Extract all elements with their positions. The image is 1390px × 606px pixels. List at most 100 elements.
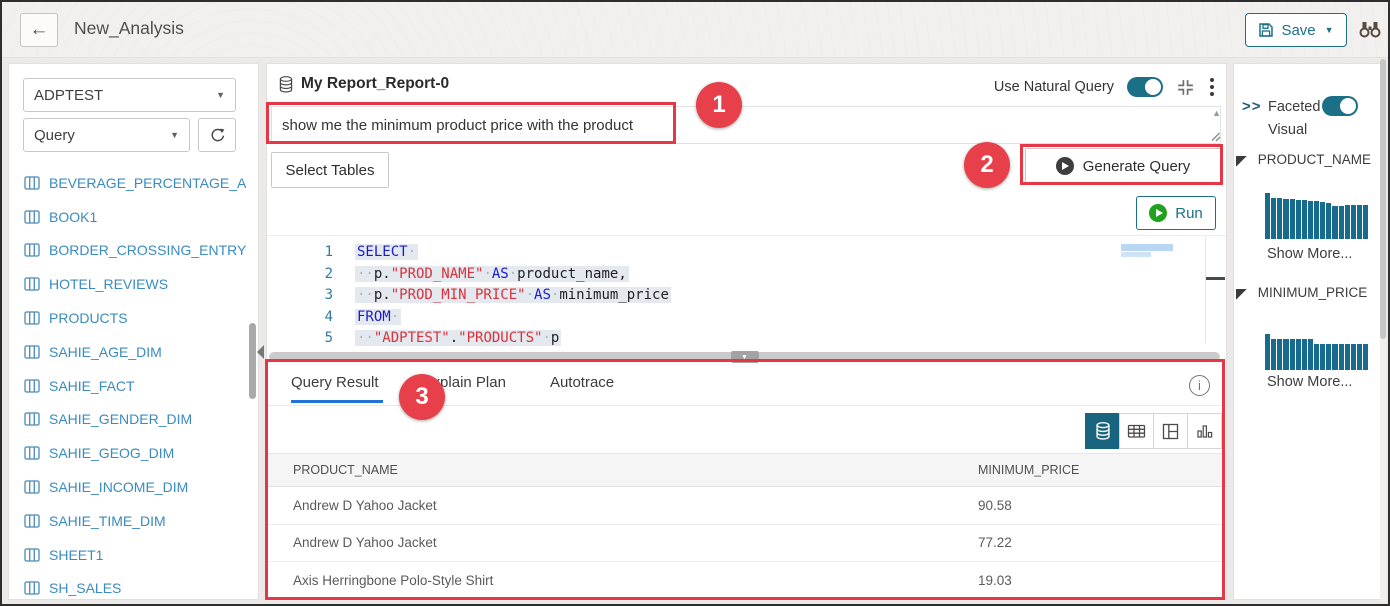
sidebar-table-item[interactable]: SAHIE_TIME_DIM <box>24 504 246 538</box>
histogram-product-name[interactable] <box>1265 192 1368 239</box>
sidebar-table-item[interactable]: BOOK1 <box>24 200 246 234</box>
disclosure-triangle-icon[interactable]: ◤ <box>1236 153 1247 167</box>
sql-token: AS <box>534 287 551 303</box>
use-natural-query-label: Use Natural Query <box>994 79 1114 95</box>
view-report-layout-button[interactable] <box>1153 413 1188 449</box>
splitter-collapse-button[interactable]: ▼ <box>731 351 759 363</box>
back-button[interactable]: ← <box>20 13 58 47</box>
view-grid-button[interactable] <box>1119 413 1154 449</box>
editor-code[interactable]: SELECT···p."PROD_NAME"·AS·product_name,·… <box>355 242 1106 350</box>
tab-query-result[interactable]: Query Result <box>291 374 383 403</box>
histogram-bar <box>1290 199 1295 239</box>
table-icon <box>24 548 40 562</box>
expand-panel-icon[interactable]: >> <box>1242 98 1262 115</box>
refresh-icon <box>209 127 226 144</box>
sql-token: ·· <box>357 266 374 282</box>
editor-code-line: SELECT· <box>355 242 1106 264</box>
view-chart-button[interactable] <box>1187 413 1222 449</box>
table-icon <box>24 277 40 291</box>
faceted-visual-label: Faceted Visual <box>1268 96 1324 142</box>
sidebar-table-item[interactable]: BORDER_CROSSING_ENTRY <box>24 234 246 268</box>
histogram-minimum-price[interactable] <box>1265 330 1368 370</box>
sidebar-table-item[interactable]: SAHIE_GENDER_DIM <box>24 403 246 437</box>
table-name-label: BORDER_CROSSING_ENTRY <box>49 242 246 258</box>
schema-select[interactable]: ADPTEST ▼ <box>23 78 236 112</box>
play-icon <box>1056 157 1074 175</box>
histogram-bar <box>1320 344 1325 370</box>
table-row[interactable]: Axis Herringbone Polo-Style Shirt19.03 <box>267 562 1226 599</box>
info-icon[interactable]: i <box>1189 375 1210 396</box>
sql-token: · <box>526 287 534 303</box>
results-tabs: Query Result Explain Plan Autotrace <box>291 374 618 403</box>
faceted-visual-toggle[interactable] <box>1322 96 1358 116</box>
app-window: ← New_Analysis Save ▼ ADPTEST ▼ Query ▼ <box>0 0 1390 606</box>
save-icon <box>1258 22 1274 38</box>
table-icon <box>24 412 40 426</box>
histogram-bar <box>1351 344 1356 370</box>
table-name-label: SAHIE_INCOME_DIM <box>49 479 188 495</box>
results-table-header: PRODUCT_NAME MINIMUM_PRICE <box>267 453 1226 487</box>
save-dropdown-caret-icon[interactable]: ▼ <box>1325 25 1334 35</box>
table-icon <box>24 345 40 359</box>
facet-section-header[interactable]: ◤ PRODUCT_NAME <box>1236 152 1371 167</box>
tab-explain-plan[interactable]: Explain Plan <box>423 374 510 403</box>
report-panel: My Report_Report-0 Use Natural Query sho… <box>266 63 1227 600</box>
sidebar-table-item[interactable]: SAHIE_INCOME_DIM <box>24 470 246 504</box>
editor-code-line: ··p."PROD_MIN_PRICE"·AS·minimum_price <box>355 285 1106 307</box>
use-natural-query-toggle[interactable] <box>1127 77 1163 97</box>
sidebar-table-item[interactable]: SAHIE_FACT <box>24 369 246 403</box>
sql-token: · <box>483 266 491 282</box>
binoculars-icon[interactable] <box>1358 19 1382 39</box>
show-more-link[interactable]: Show More... <box>1267 374 1352 390</box>
column-header-product-name[interactable]: PRODUCT_NAME <box>267 463 978 477</box>
sql-token: minimum_price <box>559 287 669 303</box>
table-name-label: SAHIE_AGE_DIM <box>49 344 162 360</box>
table-name-label: SAHIE_FACT <box>49 378 135 394</box>
database-icon <box>279 76 293 93</box>
sql-token: FROM <box>357 309 391 325</box>
table-row[interactable]: Andrew D Yahoo Jacket77.22 <box>267 525 1226 563</box>
table-icon <box>24 514 40 528</box>
input-resize-grip-icon[interactable] <box>1210 131 1221 142</box>
sidebar-table-item[interactable]: SAHIE_GEOG_DIM <box>24 436 246 470</box>
sql-editor[interactable]: 12345 SELECT···p."PROD_NAME"·AS·product_… <box>267 235 1226 351</box>
save-button[interactable]: Save ▼ <box>1245 13 1347 47</box>
top-header-bar: ← New_Analysis Save ▼ <box>2 2 1388 58</box>
run-button[interactable]: Run <box>1136 196 1216 230</box>
sidebar-table-item[interactable]: SAHIE_AGE_DIM <box>24 335 246 369</box>
histogram-bar <box>1302 339 1307 370</box>
generate-query-button[interactable]: Generate Query <box>1025 148 1221 184</box>
sidebar-collapse-handle-icon[interactable] <box>257 345 264 359</box>
more-actions-kebab-icon[interactable] <box>1208 76 1216 98</box>
disclosure-triangle-icon[interactable]: ◤ <box>1236 286 1247 300</box>
editor-scrollbar-thumb[interactable] <box>1206 277 1225 280</box>
sql-token: AS <box>492 266 509 282</box>
sidebar-table-item[interactable]: HOTEL_REVIEWS <box>24 267 246 301</box>
select-tables-button[interactable]: Select Tables <box>271 152 389 188</box>
sidebar-table-item[interactable]: SH_SALES <box>24 572 246 597</box>
natural-query-input[interactable]: show me the minimum product price with t… <box>271 106 1221 144</box>
sidebar-table-item[interactable]: BEVERAGE_PERCENTAGE_AI <box>24 166 246 200</box>
table-list: BEVERAGE_PERCENTAGE_AIBOOK1 BORDER_CROSSI… <box>24 166 246 597</box>
object-type-select[interactable]: Query ▼ <box>23 118 190 152</box>
generate-query-label: Generate Query <box>1083 158 1191 175</box>
view-single-record-button[interactable] <box>1085 413 1120 449</box>
facet-section-header[interactable]: ◤ MINIMUM_PRICE <box>1236 285 1367 300</box>
sql-token: p. <box>374 287 391 303</box>
show-more-link[interactable]: Show More... <box>1267 246 1352 262</box>
sidebar-scrollbar[interactable] <box>249 323 256 399</box>
refresh-button[interactable] <box>198 118 236 152</box>
editor-results-splitter[interactable]: ▼ <box>269 352 1220 362</box>
input-scroll-up-icon[interactable]: ▲ <box>1212 108 1221 118</box>
tab-autotrace[interactable]: Autotrace <box>550 374 618 403</box>
column-header-minimum-price[interactable]: MINIMUM_PRICE <box>978 463 1226 477</box>
editor-line-number: 2 <box>267 264 333 286</box>
sql-token: "PROD_MIN_PRICE" <box>391 287 526 303</box>
table-row[interactable]: Andrew D Yahoo Jacket90.58 <box>267 487 1226 525</box>
restore-layout-icon[interactable] <box>1176 78 1195 97</box>
page-scrollbar[interactable] <box>1380 59 1386 602</box>
sidebar-table-item[interactable]: PRODUCTS <box>24 301 246 335</box>
histogram-bar <box>1290 339 1295 370</box>
sidebar-table-item[interactable]: SHEET1 <box>24 538 246 572</box>
histogram-bar <box>1283 199 1288 239</box>
